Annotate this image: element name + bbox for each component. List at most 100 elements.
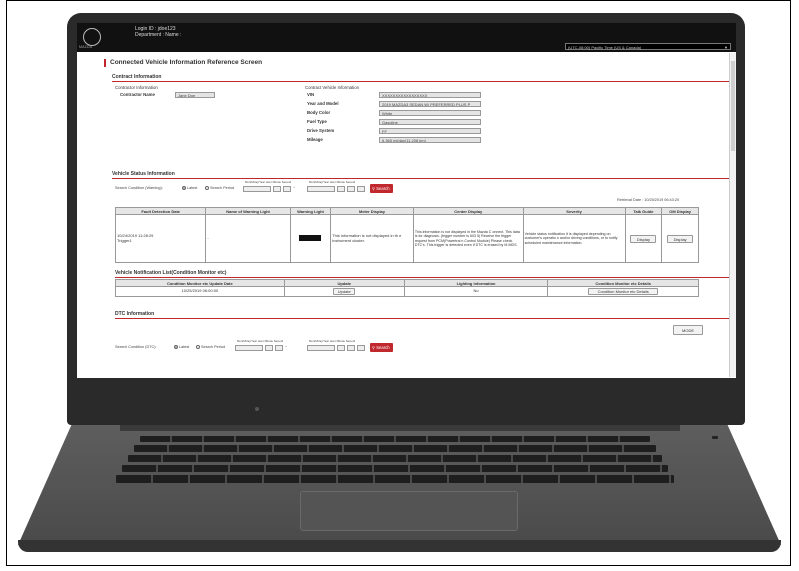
end-hour-input[interactable] — [337, 186, 345, 192]
talk-guide-button[interactable]: Display — [630, 234, 657, 243]
touchpad — [300, 491, 518, 531]
mode-button[interactable]: MODE — [673, 325, 703, 335]
mileage-value: 6,365 mi/day(11,208 km) — [379, 137, 481, 143]
key-row-1 — [140, 436, 650, 442]
contract-section-title: Contract Information — [112, 74, 730, 82]
update-button[interactable]: Update — [333, 288, 356, 295]
radio-icon — [205, 186, 209, 190]
start-minute-input[interactable] — [283, 186, 291, 192]
search-icon: ⚲ — [372, 186, 376, 191]
search-button-label: Search — [376, 345, 390, 350]
period-label: Search Period — [210, 186, 235, 190]
fuel-type-label: Fuel Type — [307, 119, 327, 124]
col-warning-light: Warning Light — [289, 207, 332, 215]
vehicle-info-label: Contract Vehicle Information — [305, 85, 359, 90]
notification-table: Condition Monitor etc Update Date Update… — [115, 279, 699, 297]
laptop-screen: MAZDA Login ID : jdoe123 Department : Na… — [77, 23, 736, 378]
om-display-button[interactable]: Display — [667, 234, 694, 243]
start-hour-input[interactable] — [273, 186, 281, 192]
col-warning-name: Name of Warning Light — [205, 207, 291, 215]
key-row-4 — [122, 465, 668, 472]
end-minute-input[interactable] — [347, 186, 355, 192]
body-color-value: White — [379, 110, 481, 116]
dtc-end-date-caption: Month/Day/Year Hour Minute Second — [309, 339, 356, 343]
end-second-input[interactable] — [357, 186, 365, 192]
date-caption: Month/Day/Year Hour Minute Second — [245, 180, 292, 184]
severity-cell: Vehicle status notification It is displa… — [522, 214, 626, 263]
col-update: Update — [283, 279, 405, 287]
radio-selected-icon — [174, 345, 178, 349]
search-icon: ⚲ — [372, 345, 376, 350]
timezone-value: (UTC-08:00) Pacific Time (US & Canada) — [568, 45, 642, 50]
latest-radio[interactable]: Latest — [182, 186, 197, 191]
om-display-cell: Display — [661, 214, 699, 263]
dtc-end-hour-input[interactable] — [337, 345, 345, 351]
update-cell: Update — [283, 286, 405, 297]
dtc-latest-radio[interactable]: Latest — [174, 345, 189, 350]
condition-details-button[interactable]: Condition Monitor etc Details — [588, 288, 659, 295]
col-center-display: Center Display — [412, 207, 524, 215]
warning-name-cell: - — [205, 214, 291, 263]
contractor-info-label: Contractor Information — [115, 85, 158, 90]
dtc-start-date-input[interactable] — [235, 345, 263, 351]
radio-icon — [196, 345, 200, 349]
year-model-label: Year and Model — [307, 101, 339, 106]
col-meter-display: Meter Display — [330, 207, 414, 215]
laptop-base-edge — [18, 540, 781, 552]
body-color-label: Body Color — [307, 110, 331, 115]
key-row-3 — [128, 455, 662, 462]
year-model-value: 2019 MAZDA3 SEDAN W/ PREFERRED PLUS P — [379, 101, 481, 107]
table-row: 10/25/2019 06:00:00 Update No Condition … — [115, 286, 699, 297]
table-header-row: Fault Detection Date Name of Warning Lig… — [114, 207, 699, 215]
details-cell: Condition Monitor etc Details — [547, 286, 699, 297]
dtc-section-title: DTC Information — [115, 311, 730, 319]
drive-system-value: FF — [379, 128, 481, 134]
warning-light-indicator — [299, 234, 322, 241]
end-date-input[interactable] — [307, 186, 335, 192]
vehicle-status-section-title: Vehicle Status Information — [112, 171, 730, 179]
dtc-start-minute-input[interactable] — [275, 345, 283, 351]
vin-label: VIN — [307, 92, 315, 97]
warning-search-button[interactable]: ⚲ Search — [370, 184, 393, 193]
update-date-cell: 10/25/2019 06:00:00 — [115, 286, 285, 297]
dtc-date-caption: Month/Day/Year Hour Minute Second — [237, 339, 284, 343]
end-date-caption: Month/Day/Year Hour Minute Second — [309, 180, 356, 184]
period-radio[interactable]: Search Period — [205, 186, 234, 191]
department: Department : Name : — [135, 32, 182, 38]
dtc-end-date-input[interactable] — [307, 345, 335, 351]
radio-selected-icon — [182, 186, 186, 190]
mileage-label: Mileage — [307, 137, 323, 142]
dtc-end-minute-input[interactable] — [347, 345, 355, 351]
dtc-start-hour-input[interactable] — [265, 345, 273, 351]
page-scrollbar[interactable] — [729, 53, 736, 377]
fuel-type-value: Gasoline — [379, 119, 481, 125]
fault-date-cell: 10/24/2019 11:28:29 Trigger1 — [114, 214, 207, 263]
timezone-select[interactable]: (UTC-08:00) Pacific Time (US & Canada) ▼ — [565, 43, 731, 50]
scrollbar-thumb[interactable] — [731, 61, 735, 151]
talk-guide-cell: Display — [624, 214, 663, 263]
dtc-period-radio[interactable]: Search Period — [196, 345, 225, 350]
power-button — [712, 436, 718, 439]
dtc-search-button[interactable]: ⚲ Search — [370, 343, 393, 352]
latest-label: Latest — [179, 345, 190, 349]
top-bar: MAZDA Login ID : jdoe123 Department : Na… — [77, 23, 736, 52]
contractor-name-label: Contractor Name — [120, 92, 155, 97]
trigger-name: Trigger1 — [117, 237, 132, 243]
col-om-display: OM Display — [661, 207, 699, 215]
key-row-2 — [134, 445, 656, 452]
col-details: Condition Monitor etc Details — [547, 279, 699, 287]
dtc-end-second-input[interactable] — [357, 345, 365, 351]
laptop-hinge — [120, 425, 680, 431]
retrieval-date: Retrieval Date : 10/25/2019 06:43:20 — [617, 198, 680, 202]
mazda-logo-icon — [83, 28, 101, 46]
drive-system-label: Drive System — [307, 128, 335, 133]
latest-label: Latest — [187, 186, 198, 190]
vin-value: XXXXXXXXXXXXXXXXX — [379, 92, 481, 98]
col-lighting: Lighting Information — [403, 279, 549, 287]
keyboard — [116, 436, 674, 488]
period-label: Search Period — [201, 345, 226, 349]
col-fault-date: Fault Detection Date — [114, 207, 207, 215]
meter-display-cell: This information is not displayed in th … — [330, 214, 414, 263]
start-date-input[interactable] — [243, 186, 271, 192]
warning-search-label: Search Condition (Warning): — [115, 186, 163, 190]
